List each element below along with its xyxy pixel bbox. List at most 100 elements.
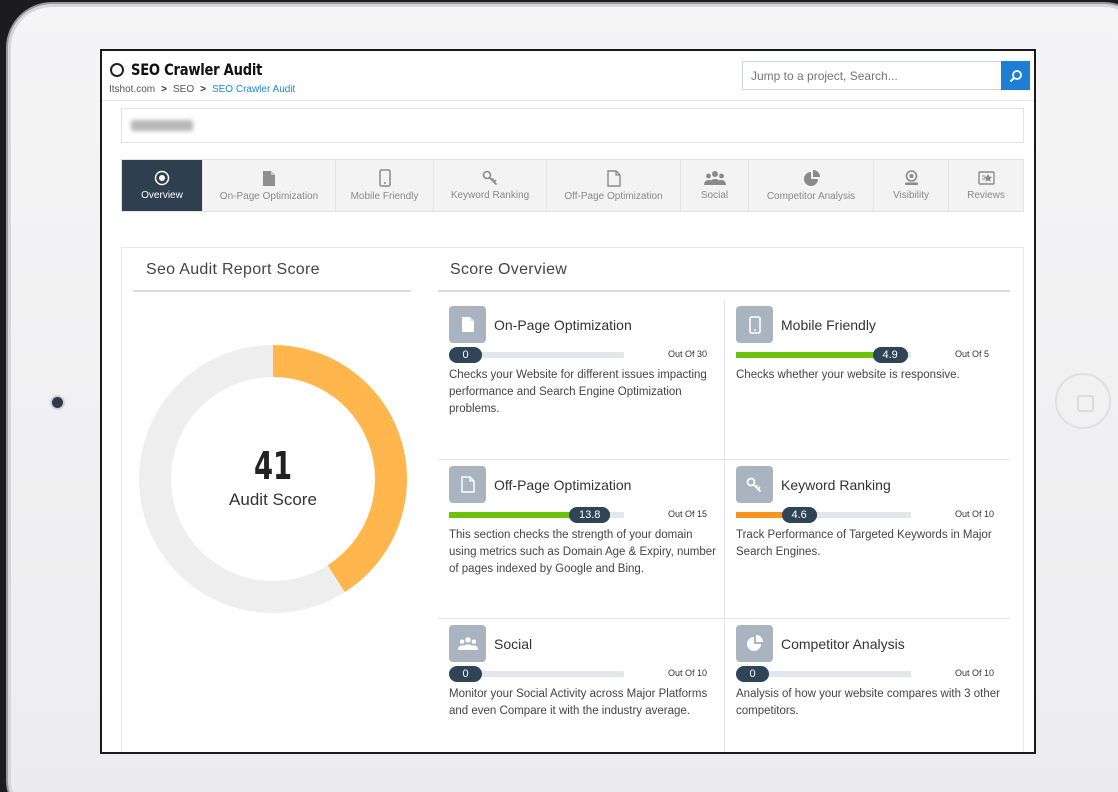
tab-off-page-optimization[interactable]: Off-Page Optimization	[547, 160, 681, 211]
search-icon	[1009, 69, 1022, 82]
tab-label: Reviews	[967, 189, 1005, 201]
score-pill: 0	[736, 666, 769, 682]
tab-label: Visibility	[893, 190, 929, 201]
score-overview-title: Score Overview	[450, 261, 568, 278]
home-button[interactable]	[1055, 373, 1111, 429]
tab-label: Overview	[141, 190, 183, 201]
pie-icon	[747, 635, 763, 651]
report-panel: Seo Audit Report Score 41 Audit Score Sc…	[121, 247, 1024, 752]
tab-label: Keyword Ranking	[450, 190, 530, 201]
card-description: Checks your Website for different issues…	[449, 369, 707, 415]
score-bar: 0	[449, 347, 624, 363]
breadcrumb: Itshot.com > SEO > SEO Crawler Audit	[109, 84, 295, 95]
card-off-page-optimization[interactable]: Off-Page Optimization 13.8 Out Of 15 Thi…	[438, 459, 724, 618]
file-icon	[606, 169, 621, 187]
tab-bar: Overview On-Page Optimization Mobile Fri…	[121, 159, 1024, 212]
page-title: SEO Crawler Audit	[131, 60, 263, 79]
domain-value-redacted	[131, 120, 193, 131]
page-icon	[263, 170, 275, 186]
card-title: Competitor Analysis	[781, 636, 905, 652]
file-icon	[460, 476, 475, 493]
breadcrumb-item-home[interactable]: Itshot.com	[109, 84, 155, 95]
tab-label: Off-Page Optimization	[564, 190, 663, 202]
page-icon	[461, 317, 474, 332]
tab-mobile-friendly[interactable]: Mobile Friendly	[336, 160, 434, 211]
score-bar: 4.9	[736, 347, 911, 363]
tab-keyword-ranking[interactable]: Keyword Ranking	[434, 160, 547, 211]
breadcrumb-separator: >	[200, 84, 206, 95]
tab-on-page-optimization[interactable]: On-Page Optimization	[203, 160, 336, 211]
card-description: Track Performance of Targeted Keywords i…	[736, 529, 992, 558]
key-icon	[482, 170, 497, 186]
card-competitor-analysis[interactable]: Competitor Analysis 0 Out Of 10 Analysis…	[724, 618, 1010, 752]
mobile-icon	[748, 315, 761, 334]
eye-icon	[904, 170, 918, 185]
divider	[133, 290, 411, 292]
score-bar: 13.8	[449, 507, 624, 523]
card-title: Social	[494, 636, 533, 652]
top-bar: SEO Crawler Audit Itshot.com > SEO > SEO…	[102, 51, 1034, 101]
card-title: Mobile Friendly	[781, 317, 876, 333]
card-social[interactable]: Social 0 Out Of 10 Monitor your Social A…	[438, 618, 724, 752]
search-button[interactable]	[1001, 61, 1030, 90]
score-pill: 13.8	[569, 507, 611, 523]
tab-visibility[interactable]: Visibility	[874, 160, 949, 211]
tab-label: Social	[700, 190, 729, 201]
score-pill: 0	[449, 666, 482, 682]
score-max: Out Of 30	[668, 349, 708, 359]
target-icon	[154, 170, 170, 186]
camera-dot	[52, 397, 63, 408]
users-icon	[457, 637, 478, 650]
score-pill: 4.6	[781, 507, 817, 523]
score-max: Out Of 10	[955, 509, 995, 519]
card-on-page-optimization[interactable]: On-Page Optimization 0 Out Of 30 Checks …	[438, 300, 724, 459]
search-box	[742, 61, 1030, 90]
report-score-title: Seo Audit Report Score	[146, 261, 320, 278]
breadcrumb-separator: >	[161, 84, 167, 95]
card-icon-box	[449, 625, 486, 662]
card-title: Keyword Ranking	[781, 477, 891, 493]
card-icon-box	[736, 625, 773, 662]
domain-field[interactable]	[121, 108, 1024, 143]
card-mobile-friendly[interactable]: Mobile Friendly 4.9 Out Of 5 Checks whet…	[724, 300, 1010, 459]
tab-label: On-Page Optimization	[219, 190, 319, 202]
score-bar: 0	[736, 666, 911, 682]
tab-reviews[interactable]: Reviews	[949, 160, 1023, 211]
card-description: This section checks the strength of your…	[449, 529, 716, 575]
breadcrumb-item-current[interactable]: SEO Crawler Audit	[212, 84, 295, 95]
key-icon	[746, 477, 762, 492]
review-icon	[977, 170, 995, 185]
audit-score-label: Audit Score	[229, 490, 317, 509]
audit-score-value: 41	[253, 444, 293, 488]
card-icon-box	[449, 466, 486, 503]
score-max: Out Of 5	[955, 349, 990, 359]
card-keyword-ranking[interactable]: Keyword Ranking 4.6 Out Of 10 Track Perf…	[724, 459, 1010, 618]
card-description: Analysis of how your website compares wi…	[736, 688, 1000, 717]
circle-icon	[110, 62, 124, 77]
tab-social[interactable]: Social	[681, 160, 749, 211]
card-icon-box	[449, 306, 486, 343]
score-bar: 0	[449, 666, 624, 682]
score-bar: 4.6	[736, 507, 911, 523]
tab-label: Competitor Analysis	[766, 190, 856, 202]
card-icon-box	[736, 466, 773, 503]
score-max: Out Of 10	[955, 668, 995, 678]
breadcrumb-item-seo[interactable]: SEO	[173, 84, 194, 95]
app-screen: SEO Crawler Audit Itshot.com > SEO > SEO…	[100, 49, 1036, 754]
tab-overview[interactable]: Overview	[122, 160, 203, 211]
pie-icon	[803, 169, 820, 186]
search-input[interactable]	[743, 62, 993, 89]
card-description: Monitor your Social Activity across Majo…	[449, 688, 708, 717]
card-icon-box	[736, 306, 773, 343]
score-max: Out Of 10	[668, 668, 708, 678]
users-icon	[703, 171, 726, 185]
card-title: Off-Page Optimization	[494, 477, 632, 493]
card-title: On-Page Optimization	[494, 317, 632, 333]
title-row: SEO Crawler Audit	[110, 60, 291, 79]
score-pill: 4.9	[872, 347, 908, 363]
score-pill: 0	[449, 347, 482, 363]
divider	[438, 290, 1010, 292]
tab-competitor-analysis[interactable]: Competitor Analysis	[749, 160, 874, 211]
card-description: Checks whether your website is responsiv…	[736, 369, 960, 381]
score-max: Out Of 15	[668, 509, 708, 519]
